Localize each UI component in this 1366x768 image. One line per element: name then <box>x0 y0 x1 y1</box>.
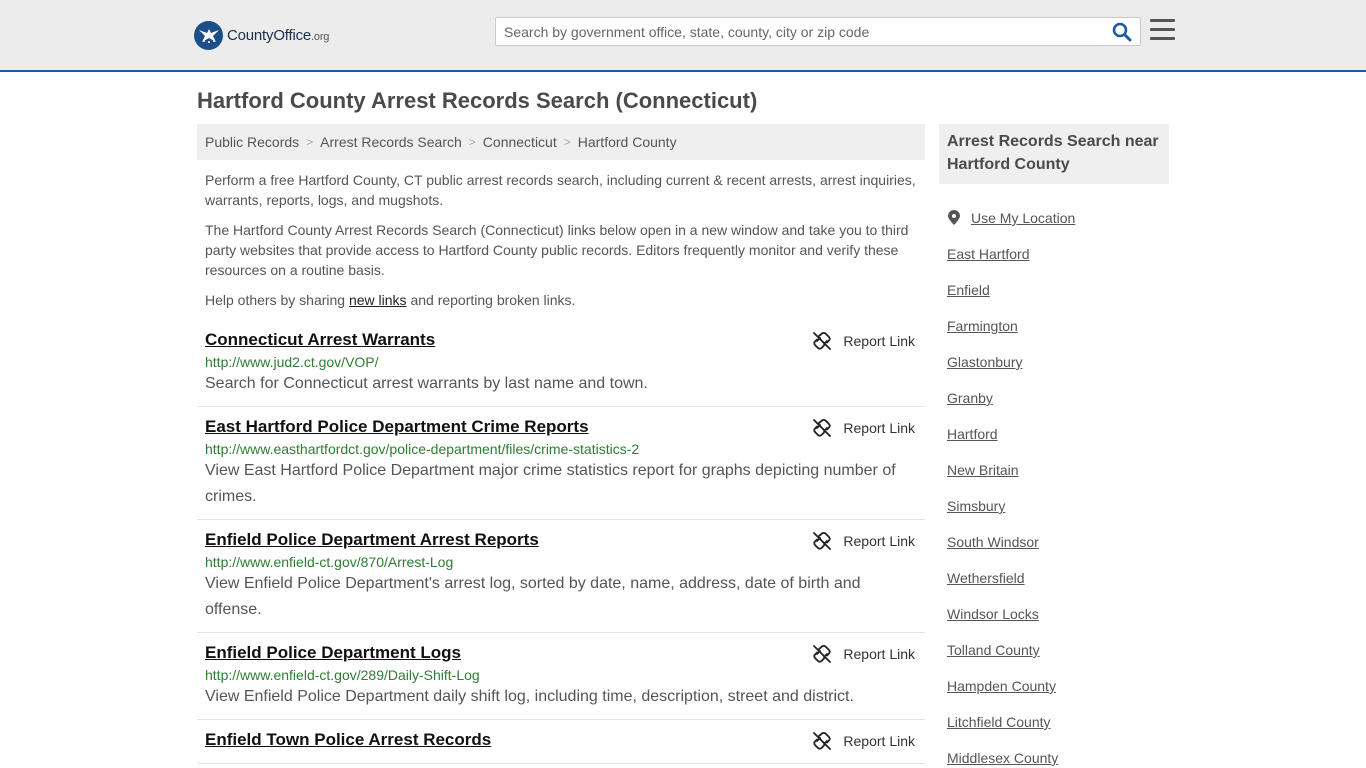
sidebar-link-hartford[interactable]: Hartford <box>947 426 998 442</box>
site-header: CountyOffice.org <box>0 0 1366 72</box>
sidebar-link-litchfield-county[interactable]: Litchfield County <box>947 714 1051 730</box>
record-item: Connecticut Arrest Warrants http://www.j… <box>197 320 925 407</box>
broken-link-icon <box>813 419 832 437</box>
intro-paragraph: Perform a free Hartford County, CT publi… <box>205 172 916 208</box>
sidebar-item: Tolland County <box>947 632 1169 668</box>
breadcrumb-hartford-county[interactable]: Hartford County <box>578 134 677 150</box>
sidebar-link-wethersfield[interactable]: Wethersfield <box>947 570 1025 586</box>
sidebar-link-windsor-locks[interactable]: Windsor Locks <box>947 606 1039 622</box>
logo-text: CountyOffice <box>227 26 312 44</box>
record-description: View East Hartford Police Department maj… <box>205 462 896 505</box>
broken-link-icon <box>813 532 832 550</box>
sidebar-link-hampden-county[interactable]: Hampden County <box>947 678 1056 694</box>
record-item: Enfield Police Department Logs http://ww… <box>197 633 925 720</box>
record-url: http://www.enfield-ct.gov/870/Arrest-Log <box>205 554 454 570</box>
chevron-right-icon: > <box>563 135 571 149</box>
sidebar-item: Windsor Locks <box>947 596 1169 632</box>
report-link-label: Report Link <box>843 420 915 436</box>
record-item: Enfield Police Department Arrest Reports… <box>197 520 925 633</box>
record-url: http://www.jud2.ct.gov/VOP/ <box>205 354 379 370</box>
new-links-link[interactable]: new links <box>349 292 407 308</box>
search-icon[interactable] <box>1112 22 1134 42</box>
sidebar-item: Hampden County <box>947 668 1169 704</box>
sidebar-item: Litchfield County <box>947 704 1169 740</box>
sidebar-link-enfield[interactable]: Enfield <box>947 282 990 298</box>
hamburger-menu-icon[interactable] <box>1150 19 1175 41</box>
sidebar-link-south-windsor[interactable]: South Windsor <box>947 534 1039 550</box>
sidebar-link-tolland-county[interactable]: Tolland County <box>947 642 1040 658</box>
breadcrumb-public-records[interactable]: Public Records <box>205 134 299 150</box>
report-link-button[interactable]: Report Link <box>813 532 915 550</box>
sidebar-heading: Arrest Records Search near Hartford Coun… <box>939 124 1169 184</box>
report-link-label: Report Link <box>843 646 915 662</box>
breadcrumb-arrest-records-search[interactable]: Arrest Records Search <box>320 134 462 150</box>
report-link-button[interactable]: Report Link <box>813 332 915 350</box>
map-pin-icon <box>948 210 960 225</box>
breadcrumb-connecticut[interactable]: Connecticut <box>483 134 557 150</box>
report-link-label: Report Link <box>843 733 915 749</box>
sidebar-link-new-britain[interactable]: New Britain <box>947 462 1019 478</box>
search-box <box>495 17 1141 46</box>
record-item: Enfield Town Police Arrest Records Repor… <box>197 720 925 764</box>
sidebar-item: Farmington <box>947 308 1169 344</box>
broken-link-icon <box>813 332 832 350</box>
record-description: Search for Connecticut arrest warrants b… <box>205 375 648 392</box>
site-logo[interactable]: CountyOffice.org <box>194 20 329 50</box>
use-my-location-link[interactable]: Use My Location <box>947 210 1075 226</box>
record-url: http://www.easthartfordct.gov/police-dep… <box>205 441 640 457</box>
record-title-link[interactable]: Enfield Town Police Arrest Records <box>205 730 491 750</box>
record-item: East Hartford Police Department Crime Re… <box>197 407 925 520</box>
help-paragraph: Help others by sharing new links and rep… <box>205 292 576 308</box>
record-description: View Enfield Police Department daily shi… <box>205 688 854 705</box>
record-title-link[interactable]: East Hartford Police Department Crime Re… <box>205 417 589 437</box>
sidebar-item: Wethersfield <box>947 560 1169 596</box>
sidebar-link-east-hartford[interactable]: East Hartford <box>947 246 1029 262</box>
sidebar-item: South Windsor <box>947 524 1169 560</box>
sidebar-link-farmington[interactable]: Farmington <box>947 318 1018 334</box>
sidebar-item: Enfield <box>947 272 1169 308</box>
sidebar-item: Simsbury <box>947 488 1169 524</box>
sidebar-item: Middlesex County <box>947 740 1169 768</box>
record-title-link[interactable]: Enfield Police Department Arrest Reports <box>205 530 539 550</box>
logo-suffix: .org <box>311 30 330 43</box>
sidebar-item-use-location: Use My Location <box>947 200 1169 236</box>
broken-link-icon <box>813 732 832 750</box>
sidebar-link-granby[interactable]: Granby <box>947 390 993 406</box>
broken-link-icon <box>813 645 832 663</box>
chevron-right-icon: > <box>468 135 476 149</box>
breadcrumb: Public Records > Arrest Records Search >… <box>197 124 925 160</box>
report-link-button[interactable]: Report Link <box>813 732 915 750</box>
record-title-link[interactable]: Connecticut Arrest Warrants <box>205 330 435 350</box>
record-title-link[interactable]: Enfield Police Department Logs <box>205 643 461 663</box>
report-link-label: Report Link <box>843 333 915 349</box>
search-input[interactable] <box>496 18 1106 45</box>
sidebar-link-middlesex-county[interactable]: Middlesex County <box>947 750 1058 766</box>
record-description: View Enfield Police Department's arrest … <box>205 575 861 618</box>
sidebar-link-glastonbury[interactable]: Glastonbury <box>947 354 1022 370</box>
report-link-button[interactable]: Report Link <box>813 645 915 663</box>
chevron-right-icon: > <box>306 135 314 149</box>
sidebar-nearby-list: Use My Location East Hartford Enfield Fa… <box>947 200 1169 768</box>
report-link-button[interactable]: Report Link <box>813 419 915 437</box>
eagle-seal-icon <box>194 20 223 50</box>
sidebar-item: Glastonbury <box>947 344 1169 380</box>
record-url: http://www.enfield-ct.gov/289/Daily-Shif… <box>205 667 480 683</box>
sidebar-item: Granby <box>947 380 1169 416</box>
sidebar-item: New Britain <box>947 452 1169 488</box>
sidebar-item: East Hartford <box>947 236 1169 272</box>
page-title: Hartford County Arrest Records Search (C… <box>197 88 758 113</box>
records-list: Connecticut Arrest Warrants http://www.j… <box>197 320 925 764</box>
sidebar-item: Hartford <box>947 416 1169 452</box>
report-link-label: Report Link <box>843 533 915 549</box>
sidebar-link-simsbury[interactable]: Simsbury <box>947 498 1005 514</box>
disclaimer-paragraph: The Hartford County Arrest Records Searc… <box>205 222 909 278</box>
